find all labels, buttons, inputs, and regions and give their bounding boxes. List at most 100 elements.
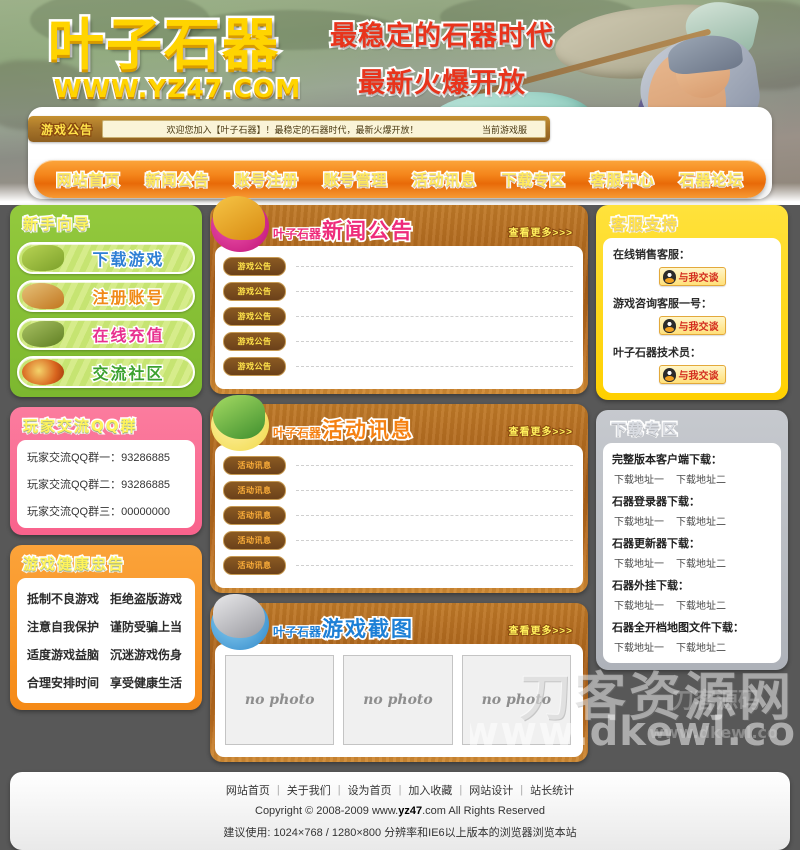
- fire-icon: [22, 359, 64, 385]
- download-group: 完整版本客户端下载： 下载地址一 下载地址二: [612, 451, 772, 486]
- footer-link-set-homepage[interactable]: 设为首页: [348, 782, 392, 798]
- download-group-head: 石器外挂下载：: [612, 580, 689, 592]
- download-card-body: 完整版本客户端下载： 下载地址一 下载地址二 石器登录器下载： 下载地址一 下载…: [603, 443, 781, 663]
- download-link-1[interactable]: 下载地址一: [614, 471, 664, 486]
- mammoth-icon: [22, 283, 64, 309]
- activity-row[interactable]: 活动讯息: [223, 453, 573, 478]
- announcement-tag: 游戏公告: [40, 121, 94, 138]
- download-link-1[interactable]: 下载地址一: [614, 513, 664, 528]
- activity-row[interactable]: 活动讯息: [223, 528, 573, 553]
- download-group: 石器全开档地图文件下载： 下载地址一 下载地址二: [612, 619, 772, 654]
- qq-chat-label: 与我交谈: [678, 273, 719, 284]
- nav-item-register[interactable]: 账号注册: [233, 169, 299, 190]
- activity-more-link[interactable]: 查看更多>>>: [507, 423, 573, 439]
- activity-tag[interactable]: 活动讯息: [223, 506, 286, 525]
- qq-group-line: 玩家交流QQ群三：00000000: [27, 506, 171, 518]
- footer-links: 网站首页 | 关于我们 | 设为首页 | 加入收藏 | 网站设计 | 站长统计: [226, 782, 574, 798]
- nav-item-account[interactable]: 账号管理: [322, 169, 388, 190]
- guide-button-download-game[interactable]: 下载游戏: [17, 242, 195, 274]
- activity-row-divider: [296, 490, 573, 491]
- nav-item-activity[interactable]: 活动讯息: [411, 169, 477, 190]
- activity-row[interactable]: 活动讯息: [223, 503, 573, 528]
- nav-item-download[interactable]: 下载专区: [500, 169, 566, 190]
- news-tag[interactable]: 游戏公告: [223, 357, 286, 376]
- footer-link-web-design[interactable]: 网站设计: [469, 782, 513, 798]
- download-link-1[interactable]: 下载地址一: [614, 555, 664, 570]
- activity-tag[interactable]: 活动讯息: [223, 531, 286, 550]
- activity-row-divider: [296, 540, 573, 541]
- health-notice-card: 游戏健康忠告 抵制不良游戏 拒绝盗版游戏 注意自我保护 谨防受骗上当 适度游戏益…: [10, 545, 202, 710]
- download-group: 石器外挂下载： 下载地址一 下载地址二: [612, 577, 772, 612]
- news-row[interactable]: 游戏公告: [223, 304, 573, 329]
- qq-groups-title: 玩家交流QQ群: [22, 416, 138, 437]
- screenshot-thumb[interactable]: no photo: [343, 655, 453, 745]
- site-logo[interactable]: 叶子石器 WWW.YZ47.COM: [46, 11, 328, 114]
- main-navigation: 网站首页 新闻公告 账号注册 账号管理 活动讯息 下载专区 客服中心 石器论坛: [34, 160, 766, 198]
- download-group-head: 石器更新器下载：: [612, 538, 700, 550]
- activity-tag[interactable]: 活动讯息: [223, 456, 286, 475]
- activity-tag[interactable]: 活动讯息: [223, 556, 286, 575]
- qq-chat-button-sales[interactable]: 与我交谈: [658, 267, 726, 286]
- activity-panel-body: 活动讯息 活动讯息 活动讯息 活动讯息 活动讯息: [215, 445, 583, 588]
- logo-url-text: WWW.YZ47.COM: [52, 72, 302, 105]
- activity-badge: [211, 395, 269, 451]
- guide-button-register-account[interactable]: 注册账号: [17, 280, 195, 312]
- screenshot-title-prefix: 叶子石器: [272, 624, 323, 641]
- guide-button-community[interactable]: 交流社区: [17, 356, 195, 388]
- health-item: 合理安排时间: [27, 676, 100, 690]
- news-row-divider: [296, 266, 573, 267]
- download-card: 下载专区 完整版本客户端下载： 下载地址一 下载地址二 石器登录器下载： 下载地…: [596, 410, 788, 670]
- news-row[interactable]: 游戏公告: [223, 354, 573, 379]
- download-group-head: 石器登录器下载：: [612, 496, 700, 508]
- download-link-2[interactable]: 下载地址二: [676, 555, 726, 570]
- qq-group-line: 玩家交流QQ群二：93286885: [27, 479, 171, 491]
- health-item: 沉迷游戏伤身: [110, 648, 183, 662]
- news-row[interactable]: 游戏公告: [223, 254, 573, 279]
- download-link-2[interactable]: 下载地址二: [676, 597, 726, 612]
- footer-separator: |: [398, 784, 402, 796]
- screenshot-thumb[interactable]: no photo: [461, 655, 571, 745]
- activity-row[interactable]: 活动讯息: [223, 478, 573, 503]
- download-link-2[interactable]: 下载地址二: [676, 471, 726, 486]
- newbie-guide-title: 新手向导: [22, 214, 92, 235]
- activity-tag[interactable]: 活动讯息: [223, 481, 286, 500]
- guide-button-online-recharge[interactable]: 在线充值: [17, 318, 195, 350]
- news-tag[interactable]: 游戏公告: [223, 257, 286, 276]
- news-tag[interactable]: 游戏公告: [223, 307, 286, 326]
- nav-item-support[interactable]: 客服中心: [589, 169, 655, 190]
- footer-link-home[interactable]: 网站首页: [226, 782, 270, 798]
- news-row[interactable]: 游戏公告: [223, 279, 573, 304]
- news-row[interactable]: 游戏公告: [223, 329, 573, 354]
- nav-item-news[interactable]: 新闻公告: [144, 169, 210, 190]
- footer-link-about[interactable]: 关于我们: [287, 782, 331, 798]
- screenshot-panel-title: 叶子石器 游戏截图: [272, 613, 414, 643]
- stego-icon: [22, 321, 64, 347]
- qq-penguin-icon: [662, 367, 676, 382]
- news-panel-header: 叶子石器 新闻公告 查看更多>>>: [211, 196, 583, 252]
- news-tag[interactable]: 游戏公告: [223, 282, 286, 301]
- screenshot-thumb[interactable]: no photo: [225, 655, 335, 745]
- activity-row[interactable]: 活动讯息: [223, 553, 573, 578]
- qq-chat-button-technician[interactable]: 与我交谈: [658, 365, 726, 384]
- download-link-1[interactable]: 下载地址一: [614, 639, 664, 654]
- left-sidebar: 新手向导 下载游戏 注册账号 在线充值 交流社区 玩家交流QQ群 玩家交流QQ群…: [10, 205, 202, 710]
- health-item: 抵制不良游戏: [27, 592, 100, 606]
- download-link-2[interactable]: 下载地址二: [676, 513, 726, 528]
- news-row-divider: [296, 316, 573, 317]
- news-title-main: 新闻公告: [320, 217, 415, 245]
- nav-item-forum[interactable]: 石器论坛: [678, 169, 744, 190]
- download-link-2[interactable]: 下载地址二: [676, 639, 726, 654]
- news-row-divider: [296, 366, 573, 367]
- footer-link-stats[interactable]: 站长统计: [530, 782, 574, 798]
- screenshot-more-link[interactable]: 查看更多>>>: [507, 622, 573, 638]
- activity-row-divider: [296, 565, 573, 566]
- news-tag[interactable]: 游戏公告: [223, 332, 286, 351]
- qq-chat-button-consult-1[interactable]: 与我交谈: [658, 316, 726, 335]
- news-more-link[interactable]: 查看更多>>>: [507, 224, 573, 240]
- nav-item-home[interactable]: 网站首页: [55, 169, 121, 190]
- footer-separator: |: [520, 784, 524, 796]
- qq-chat-label: 与我交谈: [678, 371, 719, 382]
- footer-link-bookmark[interactable]: 加入收藏: [408, 782, 452, 798]
- download-link-1[interactable]: 下载地址一: [614, 597, 664, 612]
- activity-row-divider: [296, 515, 573, 516]
